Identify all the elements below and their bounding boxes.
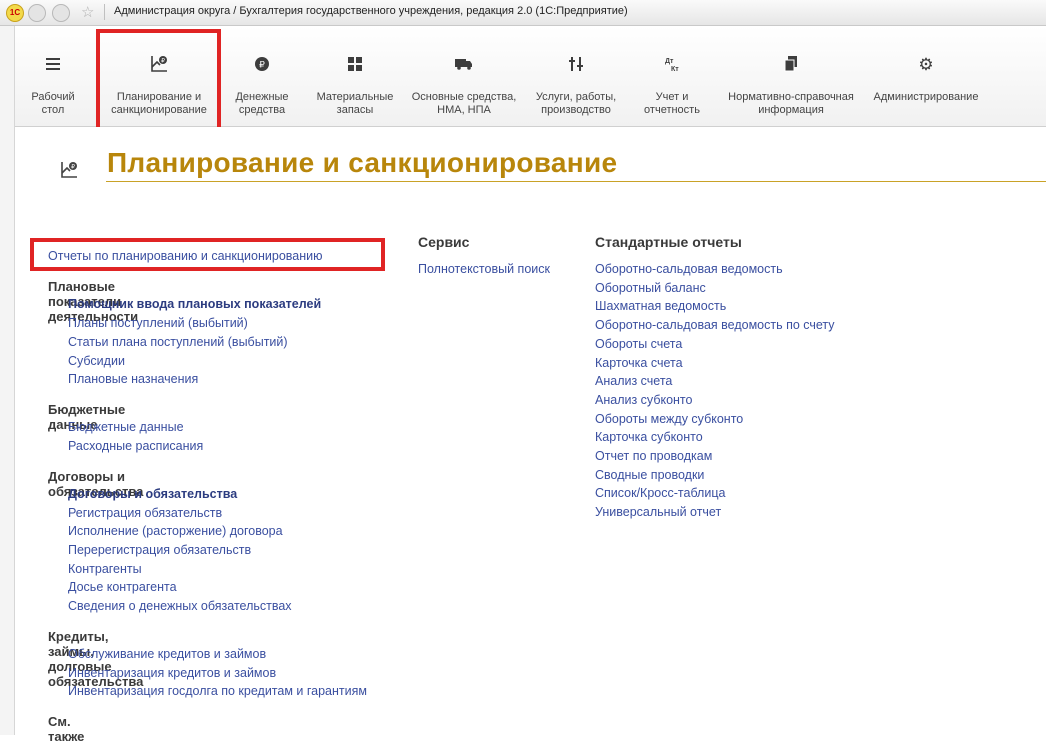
report-link[interactable]: Сводные проводки xyxy=(595,468,704,482)
report-link[interactable]: Карточка субконто xyxy=(595,430,703,444)
section-services[interactable]: Услуги, работы, производство xyxy=(523,26,629,126)
section-label: Планирование и санкционирование xyxy=(111,91,207,116)
money-icon: ₽ xyxy=(252,54,272,74)
report-link[interactable]: Универсальный отчет xyxy=(595,505,721,519)
report-link[interactable]: Анализ субконто xyxy=(595,393,692,407)
app-logo-icon[interactable]: 1С xyxy=(6,4,24,22)
nav-link[interactable]: Досье контрагента xyxy=(68,580,177,594)
section-label: Материальные запасы xyxy=(316,91,394,116)
nav-link[interactable]: Контрагенты xyxy=(68,562,142,576)
section-reference[interactable]: Нормативно-справочная информация xyxy=(717,26,865,126)
nav-link[interactable]: Расходные расписания xyxy=(68,439,203,453)
report-link[interactable]: Отчет по проводкам xyxy=(595,449,712,463)
nav-link[interactable]: Регистрация обязательств xyxy=(68,506,222,520)
nav-link[interactable]: Статьи плана поступлений (выбытий) xyxy=(68,335,288,349)
nav-link[interactable]: Сведения о денежных обязательствах xyxy=(68,599,292,613)
report-link[interactable]: Оборотный баланс xyxy=(595,281,706,295)
svg-text:₽: ₽ xyxy=(71,164,75,171)
gear-icon: ⚙ xyxy=(918,54,934,74)
separator xyxy=(104,4,105,20)
nav-link[interactable]: Исполнение (расторжение) договора xyxy=(68,524,283,538)
page-title: Планирование и санкционирование xyxy=(107,147,618,178)
planning-icon: ₽ xyxy=(149,54,169,74)
section-desktop[interactable]: Рабочий стол xyxy=(15,26,91,126)
title-underline xyxy=(106,181,1046,182)
nav-link[interactable]: Инвентаризация госдолга по кредитам и га… xyxy=(68,684,367,698)
nav-link[interactable]: Инвентаризация кредитов и займов xyxy=(68,666,276,680)
reports-header: Стандартные отчеты xyxy=(595,234,742,250)
section-materials[interactable]: Материальные запасы xyxy=(305,26,405,126)
debit-credit-icon: Дт Кт xyxy=(662,54,682,74)
nav-link[interactable]: Бюджетные данные xyxy=(68,420,184,434)
section-fixed-assets[interactable]: Основные средства, НМА, НПА xyxy=(407,26,521,126)
service-link[interactable]: Полнотекстовый поиск xyxy=(418,262,550,276)
nav-link[interactable]: Договоры и обязательства xyxy=(68,487,237,501)
nav-link[interactable]: Плановые назначения xyxy=(68,372,198,386)
section-accounting[interactable]: Дт Кт Учет и отчетность xyxy=(633,26,711,126)
section-label: Основные средства, НМА, НПА xyxy=(411,91,517,116)
report-link[interactable]: Обороты счета xyxy=(595,337,682,351)
window-title-bar: 1С ☆ Администрация округа / Бухгалтерия … xyxy=(0,0,1046,26)
svg-text:Дт: Дт xyxy=(665,58,674,65)
nav-link[interactable]: Перерегистрация обязательств xyxy=(68,543,251,557)
section-label: Услуги, работы, производство xyxy=(535,91,617,116)
report-link[interactable]: Шахматная ведомость xyxy=(595,299,726,313)
report-link[interactable]: Оборотно-сальдовая ведомость по счету xyxy=(595,318,835,332)
section-label: Учет и отчетность xyxy=(644,91,700,116)
nav-link[interactable]: Субсидии xyxy=(68,354,125,368)
group-header: См. также xyxy=(48,714,85,744)
nav-link[interactable]: Обслуживание кредитов и займов xyxy=(68,647,266,661)
report-link[interactable]: Оборотно-сальдовая ведомость xyxy=(595,262,783,276)
section-planning[interactable]: ₽ Планирование и санкционирование xyxy=(97,26,221,126)
sections-panel: Рабочий стол ₽ Планирование и санкционир… xyxy=(15,26,1046,127)
grid-icon xyxy=(345,54,365,74)
service-header: Сервис xyxy=(418,234,470,250)
section-administration[interactable]: ⚙ Администрирование xyxy=(867,26,985,126)
report-link[interactable]: Анализ счета xyxy=(595,374,672,388)
svg-text:Кт: Кт xyxy=(671,66,679,73)
planning-icon: ₽ xyxy=(59,160,79,180)
left-panel-strip xyxy=(0,26,15,735)
star-icon[interactable]: ☆ xyxy=(81,3,94,21)
window-title: Администрация округа / Бухгалтерия госуд… xyxy=(114,5,628,17)
back-icon[interactable] xyxy=(28,4,46,22)
truck-icon xyxy=(454,54,474,74)
svg-text:₽: ₽ xyxy=(259,60,265,70)
tools-icon xyxy=(566,54,586,74)
menu-icon xyxy=(43,54,63,74)
report-link[interactable]: Обороты между субконто xyxy=(595,412,743,426)
report-link[interactable]: Карточка счета xyxy=(595,356,683,370)
section-label: Денежные средства xyxy=(235,91,289,116)
main-content: ₽ Планирование и санкционирование Отчеты… xyxy=(15,127,1046,744)
nav-link[interactable]: Помощник ввода плановых показателей xyxy=(68,297,321,311)
documents-icon xyxy=(781,54,801,74)
section-label: Рабочий стол xyxy=(31,91,75,116)
section-label: Администрирование xyxy=(873,91,979,103)
reports-link[interactable]: Отчеты по планированию и санкционировани… xyxy=(48,249,323,263)
section-label: Нормативно-справочная информация xyxy=(728,91,854,116)
svg-text:₽: ₽ xyxy=(161,58,165,65)
report-link[interactable]: Список/Кросс-таблица xyxy=(595,486,725,500)
section-money[interactable]: ₽ Денежные средства xyxy=(223,26,301,126)
forward-icon[interactable] xyxy=(52,4,70,22)
nav-link[interactable]: Планы поступлений (выбытий) xyxy=(68,316,248,330)
